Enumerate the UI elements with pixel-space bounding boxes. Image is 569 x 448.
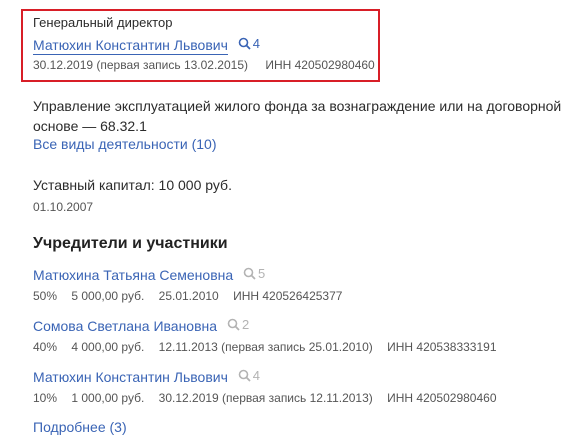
founder-meta: 50% 5 000,00 руб. 25.01.2010 ИНН 4205264…: [33, 289, 353, 303]
capital-date: 01.10.2007: [33, 200, 94, 214]
director-role: Генеральный директор: [33, 15, 173, 30]
founder-name-link[interactable]: Сомова Светлана Ивановна: [33, 318, 217, 334]
search-icon: [243, 267, 256, 280]
founder-row: Сомова Светлана Ивановна 2: [33, 317, 249, 334]
founder-search-count-value: 4: [252, 368, 261, 383]
founder-amount: 4 000,00 руб.: [71, 340, 145, 354]
director-row: Матюхин Константин Львович 4: [33, 36, 260, 55]
all-activities-link[interactable]: Все виды деятельности (10): [33, 136, 217, 152]
search-icon: [238, 37, 251, 50]
founder-search-count[interactable]: 4: [238, 368, 260, 383]
founder-date: 30.12.2019 (первая запись 12.11.2013): [158, 391, 373, 405]
director-date: 30.12.2019 (первая запись 13.02.2015): [33, 58, 248, 72]
activity-text-line1: Управление эксплуатацией жилого фонда за…: [33, 98, 562, 114]
capital-label: Уставный капитал: 10 000 руб.: [33, 177, 232, 193]
founder-share: 50%: [33, 289, 58, 303]
founder-search-count-value: 5: [258, 266, 266, 281]
founder-search-count-value: 2: [241, 317, 250, 332]
director-search-count[interactable]: 4: [238, 36, 260, 51]
founder-search-count[interactable]: 2: [227, 317, 249, 332]
founder-date: 25.01.2010: [158, 289, 219, 303]
activity-text-line2: основе — 68.32.1: [33, 118, 147, 134]
founder-share: 10%: [33, 391, 58, 405]
founders-more-link[interactable]: Подробнее (3): [33, 419, 127, 435]
activity-text: Управление эксплуатацией жилого фонда за…: [33, 96, 561, 136]
founder-inn: ИНН 420502980460: [387, 391, 497, 405]
founder-row: Матюхина Татьяна Семеновна 5: [33, 266, 265, 283]
founder-date: 12.11.2013 (первая запись 25.01.2010): [158, 340, 373, 354]
search-icon: [227, 318, 240, 331]
founder-meta: 40% 4 000,00 руб. 12.11.2013 (первая зап…: [33, 340, 508, 354]
director-inn: ИНН 420502980460: [265, 58, 375, 72]
search-icon: [238, 369, 251, 382]
founder-amount: 1 000,00 руб.: [71, 391, 145, 405]
founder-meta: 10% 1 000,00 руб. 30.12.2019 (первая зап…: [33, 391, 508, 405]
founder-row: Матюхин Константин Львович 4: [33, 368, 260, 385]
founder-name-link[interactable]: Матюхин Константин Львович: [33, 369, 228, 385]
founder-share: 40%: [33, 340, 58, 354]
founder-search-count[interactable]: 5: [243, 266, 265, 281]
founder-name-link[interactable]: Матюхина Татьяна Семеновна: [33, 267, 233, 283]
director-meta: 30.12.2019 (первая запись 13.02.2015) ИН…: [33, 58, 386, 72]
founder-amount: 5 000,00 руб.: [71, 289, 145, 303]
founder-inn: ИНН 420526425377: [233, 289, 343, 303]
founders-heading: Учредители и участники: [33, 235, 228, 252]
director-search-count-value: 4: [252, 36, 261, 51]
founder-inn: ИНН 420538333191: [387, 340, 497, 354]
director-name-link[interactable]: Матюхин Константин Львович: [33, 37, 228, 55]
